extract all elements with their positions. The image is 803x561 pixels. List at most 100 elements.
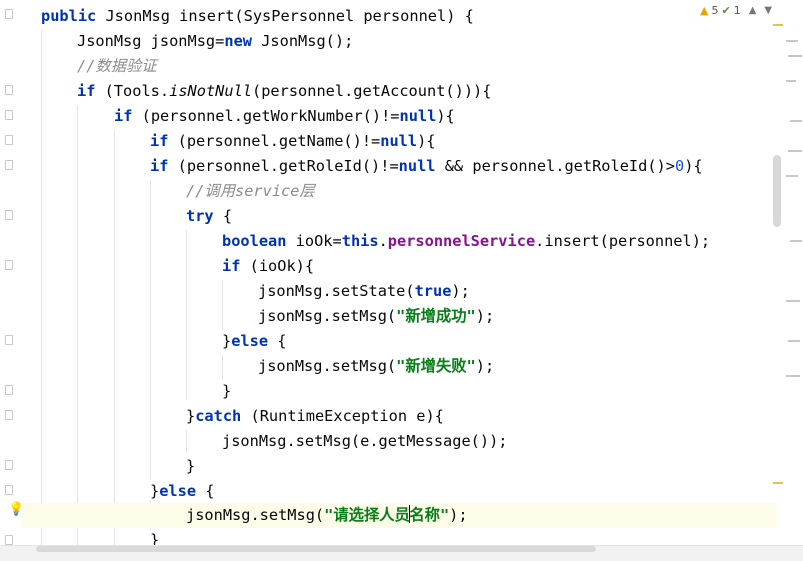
fold-marker[interactable] [5,110,13,120]
code-token: .insert(personnel); [535,232,711,250]
minimap-mark [790,120,802,122]
code-token: } [222,382,232,400]
minimap-mark [786,375,800,377]
code-token: ){ [684,157,703,175]
inspection-widget[interactable]: ▲ 5 ✔ 1 ▲ ▼ [700,2,772,18]
code-token: public [41,7,97,25]
code-line[interactable]: try { [22,204,777,229]
fold-marker[interactable] [5,535,13,545]
code-line[interactable]: //数据验证 [22,54,777,79]
fold-marker[interactable] [5,410,13,420]
code-token: { [213,207,233,225]
code-token: try [186,207,214,225]
horizontal-scrollbar-thumb[interactable] [36,546,596,552]
line-gutter[interactable] [0,0,22,560]
code-line[interactable]: if (personnel.getName()!=null){ [22,129,777,154]
code-token: if [222,257,241,275]
code-token: ){ [417,132,436,150]
code-token: null [398,157,436,175]
fold-marker[interactable] [5,135,13,145]
chevron-down-icon[interactable]: ▼ [764,5,772,16]
fold-marker[interactable] [5,160,13,170]
error-stripe[interactable] [777,0,803,552]
error-stripe-mark[interactable] [773,482,783,484]
code-token: (ioOk){ [240,257,315,275]
code-string: "请选择人员 [324,506,410,524]
code-line[interactable]: jsonMsg.setMsg("新增成功"); [22,304,777,329]
code-line[interactable]: } [22,454,777,479]
code-line[interactable]: jsonMsg.setMsg("新增失败"); [22,354,777,379]
code-line[interactable]: //调用service层 [22,179,777,204]
minimap-mark [786,175,798,177]
fold-marker[interactable] [5,485,13,495]
fold-marker[interactable] [5,85,13,95]
code-token: && personnel.getRoleId()> [435,157,675,175]
fold-marker[interactable] [5,385,13,395]
chevron-up-icon[interactable]: ▲ [749,5,757,16]
code-token: JsonMsg(); [252,32,354,50]
minimap-mark [788,150,802,152]
code-token: JsonMsg insert(SysPersonnel personnel) { [96,7,474,25]
code-token: personnelService [387,232,536,250]
code-token: { [268,332,287,350]
code-token: (personnel.getAccount())){ [252,82,492,100]
code-line[interactable]: if (ioOk){ [22,254,777,279]
vertical-scrollbar-thumb[interactable] [773,155,781,227]
code-token: (personnel.getRoleId()!= [168,157,399,175]
minimap-mark [788,55,802,57]
minimap-mark [788,340,800,342]
minimap-mark [786,40,798,42]
code-line[interactable]: public JsonMsg insert(SysPersonnel perso… [22,4,777,29]
minimap-mark [786,80,796,82]
error-stripe-mark[interactable] [773,24,783,26]
code-token: JsonMsg jsonMsg= [77,32,225,50]
code-line[interactable]: }catch (RuntimeException e){ [22,404,777,429]
code-line[interactable]: JsonMsg jsonMsg=new JsonMsg(); [22,29,777,54]
code-token: if [77,82,96,100]
code-string: 名称" [409,506,450,524]
code-line[interactable]: jsonMsg.setMsg(e.getMessage()); [22,429,777,454]
lightbulb-icon[interactable]: 💡 [8,502,24,518]
code-token: 0 [674,157,685,175]
code-token: new [224,32,252,50]
fold-marker[interactable] [5,335,13,345]
code-token: jsonMsg.setMsg( [258,307,397,325]
code-line[interactable]: jsonMsg.setState(true); [22,279,777,304]
code-token: if [114,107,133,125]
fold-marker[interactable] [5,460,13,470]
code-token: ); [451,282,470,300]
code-token: } [150,482,160,500]
current-code-line[interactable]: jsonMsg.setMsg("请选择人员名称"); [22,503,777,528]
code-token: else [231,332,269,350]
warning-icon: ▲ [700,3,709,17]
code-token: jsonMsg.setMsg(e.getMessage()); [222,432,508,450]
code-token: if [150,157,169,175]
code-line[interactable]: }else { [22,329,777,354]
code-token: null [399,107,437,125]
code-token: null [380,132,418,150]
code-token: { [196,482,215,500]
code-token: ioOk= [286,232,342,250]
weak-warning-icon: ✔ [721,3,731,17]
code-token: ); [475,307,495,325]
code-string: "新增失败" [396,357,476,375]
code-token: } [186,457,196,475]
minimap-mark [786,300,800,302]
code-line[interactable]: if (personnel.getRoleId()!=null && perso… [22,154,777,179]
warning-count: 5 [711,3,719,17]
code-line[interactable]: } [22,379,777,404]
code-token: jsonMsg.setMsg( [258,357,397,375]
code-line[interactable]: if (Tools.isNotNull(personnel.getAccount… [22,79,777,104]
code-token: else [159,482,197,500]
code-editor[interactable]: public JsonMsg insert(SysPersonnel perso… [22,0,777,552]
fold-marker[interactable] [5,210,13,220]
fold-marker[interactable] [5,260,13,270]
code-token: if [150,132,169,150]
fold-marker[interactable] [5,9,13,19]
code-token: (personnel.getWorkNumber()!= [132,107,400,125]
code-line[interactable]: if (personnel.getWorkNumber()!=null){ [22,104,777,129]
code-line[interactable]: }else { [22,479,777,504]
code-token: true [414,282,452,300]
code-token: ); [475,357,495,375]
code-line[interactable]: boolean ioOk=this.personnelService.inser… [22,229,777,254]
